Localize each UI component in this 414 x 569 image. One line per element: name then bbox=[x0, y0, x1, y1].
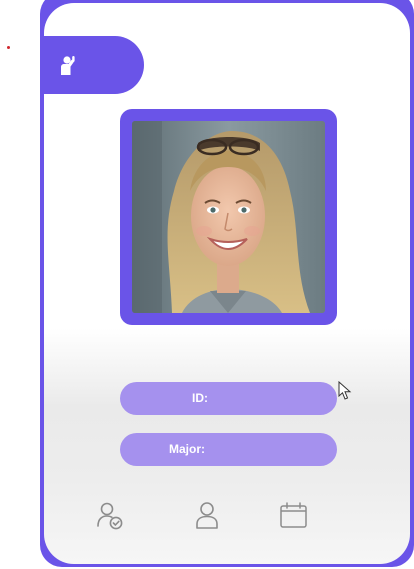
mouse-cursor-icon bbox=[338, 381, 352, 400]
header-badge[interactable] bbox=[44, 36, 144, 94]
nav-profile[interactable] bbox=[192, 499, 226, 533]
profile-photo[interactable] bbox=[132, 121, 325, 313]
id-field[interactable]: ID: bbox=[120, 382, 337, 415]
id-label: ID: bbox=[192, 391, 208, 405]
nav-attendance[interactable] bbox=[94, 499, 128, 533]
nav-calendar[interactable] bbox=[277, 499, 311, 533]
major-label: Major: bbox=[169, 442, 205, 456]
user-check-icon bbox=[97, 502, 123, 530]
calendar-icon bbox=[280, 502, 307, 528]
stray-dot bbox=[7, 46, 10, 49]
profile-photo-frame bbox=[120, 109, 337, 325]
hand-raise-person-icon bbox=[61, 56, 75, 75]
bottom-nav bbox=[44, 499, 410, 535]
app-screen: ID: Major: bbox=[44, 3, 410, 564]
user-icon bbox=[196, 502, 218, 529]
portrait-image bbox=[132, 121, 325, 313]
major-field[interactable]: Major: bbox=[120, 433, 337, 466]
